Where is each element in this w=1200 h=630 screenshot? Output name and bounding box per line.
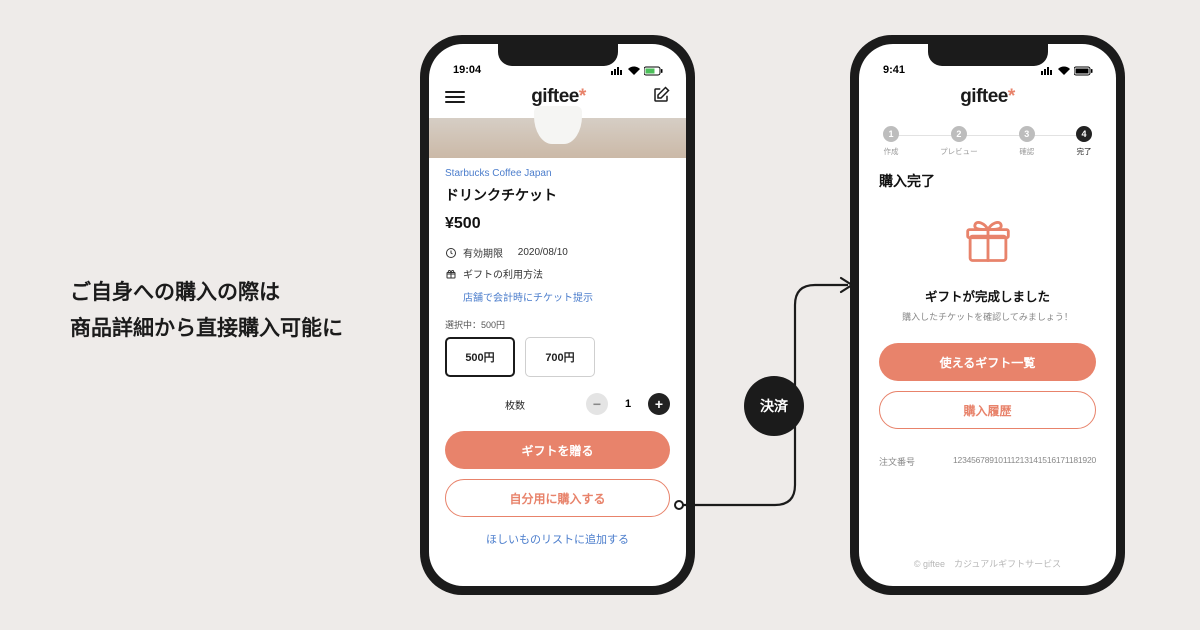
phone-frame-right: 9:41 giftee* 1作成 2プレビュー 3確認 4完了 購入完了: [850, 35, 1125, 595]
compose-icon[interactable]: [652, 86, 670, 109]
page-title: 購入完了: [859, 157, 1116, 191]
clock-icon: [445, 247, 457, 259]
step-3: 3確認: [1019, 126, 1035, 157]
status-icons: [1040, 66, 1094, 76]
headline-line-2: 商品詳細から直接購入可能に: [70, 311, 343, 347]
product-price: ¥500: [445, 215, 670, 233]
order-number-label: 注文番号: [879, 455, 915, 468]
product-image: [429, 118, 686, 158]
app-header: giftee*: [859, 76, 1116, 118]
status-time: 9:41: [883, 64, 905, 76]
add-to-wishlist-link[interactable]: ほしいものリストに追加する: [445, 531, 670, 547]
marketing-headline: ご自身への購入の際は 商品詳細から直接購入可能に: [70, 275, 343, 346]
buy-for-self-button[interactable]: 自分用に購入する: [445, 479, 670, 517]
product-title: ドリンクチケット: [445, 185, 670, 205]
notch: [928, 44, 1048, 66]
completion-subtext: 購入したチケットを確認してみましょう！: [902, 310, 1073, 323]
expiry-row: 有効期限 2020/08/10: [445, 245, 670, 260]
amount-option-700[interactable]: 700円: [525, 337, 595, 377]
brand-link[interactable]: Starbucks Coffee Japan: [445, 168, 670, 179]
status-icons: [610, 66, 664, 76]
menu-icon[interactable]: [445, 87, 465, 107]
step-1: 1作成: [883, 126, 899, 157]
quantity-value: 1: [620, 398, 636, 410]
usage-label: ギフトの利用方法: [463, 266, 543, 281]
send-gift-button[interactable]: ギフトを贈る: [445, 431, 670, 469]
order-number-row: 注文番号 12345678910111213141516171181920: [859, 429, 1116, 468]
expiry-label: 有効期限: [463, 245, 503, 260]
amount-option-500[interactable]: 500円: [445, 337, 515, 377]
screen-footer: © giftee カジュアルギフトサービス: [859, 557, 1116, 570]
expiry-value: 2020/08/10: [518, 247, 568, 258]
usage-row: ギフトの利用方法: [445, 266, 670, 281]
headline-line-1: ご自身への購入の際は: [70, 275, 343, 311]
stepper: 1作成 2プレビュー 3確認 4完了: [859, 118, 1116, 157]
step-4: 4完了: [1076, 126, 1092, 157]
order-number-value: 12345678910111213141516171181920: [953, 455, 1096, 468]
quantity-increment[interactable]: +: [648, 393, 670, 415]
amount-options: 500円 700円: [445, 337, 670, 377]
quantity-label: 枚数: [505, 397, 525, 412]
phone-screen-left: 19:04 giftee* Starbucks Coffee Japan ドリン…: [429, 44, 686, 586]
phone-frame-left: 19:04 giftee* Starbucks Coffee Japan ドリン…: [420, 35, 695, 595]
phone-screen-right: 9:41 giftee* 1作成 2プレビュー 3確認 4完了 購入完了: [859, 44, 1116, 586]
selection-status: 選択中：500円: [445, 318, 670, 331]
notch: [498, 44, 618, 66]
gift-small-icon: [445, 268, 457, 280]
quantity-decrement[interactable]: −: [586, 393, 608, 415]
payment-badge: 決済: [744, 376, 804, 436]
view-gifts-button[interactable]: 使えるギフト一覧: [879, 343, 1096, 381]
brand-logo: giftee*: [960, 86, 1015, 108]
usage-detail-link[interactable]: 店舗で会計時にチケット提示: [463, 289, 670, 304]
completion-heading: ギフトが完成しました: [925, 286, 1050, 305]
gift-icon: [962, 215, 1014, 272]
brand-logo: giftee*: [531, 86, 586, 108]
status-time: 19:04: [453, 64, 481, 76]
flow-start-dot: [674, 500, 684, 510]
purchase-history-button[interactable]: 購入履歴: [879, 391, 1096, 429]
step-2: 2プレビュー: [940, 126, 978, 157]
completion-card: ギフトが完成しました 購入したチケットを確認してみましょう！: [879, 215, 1096, 323]
quantity-row: 枚数 − 1 +: [445, 393, 670, 415]
